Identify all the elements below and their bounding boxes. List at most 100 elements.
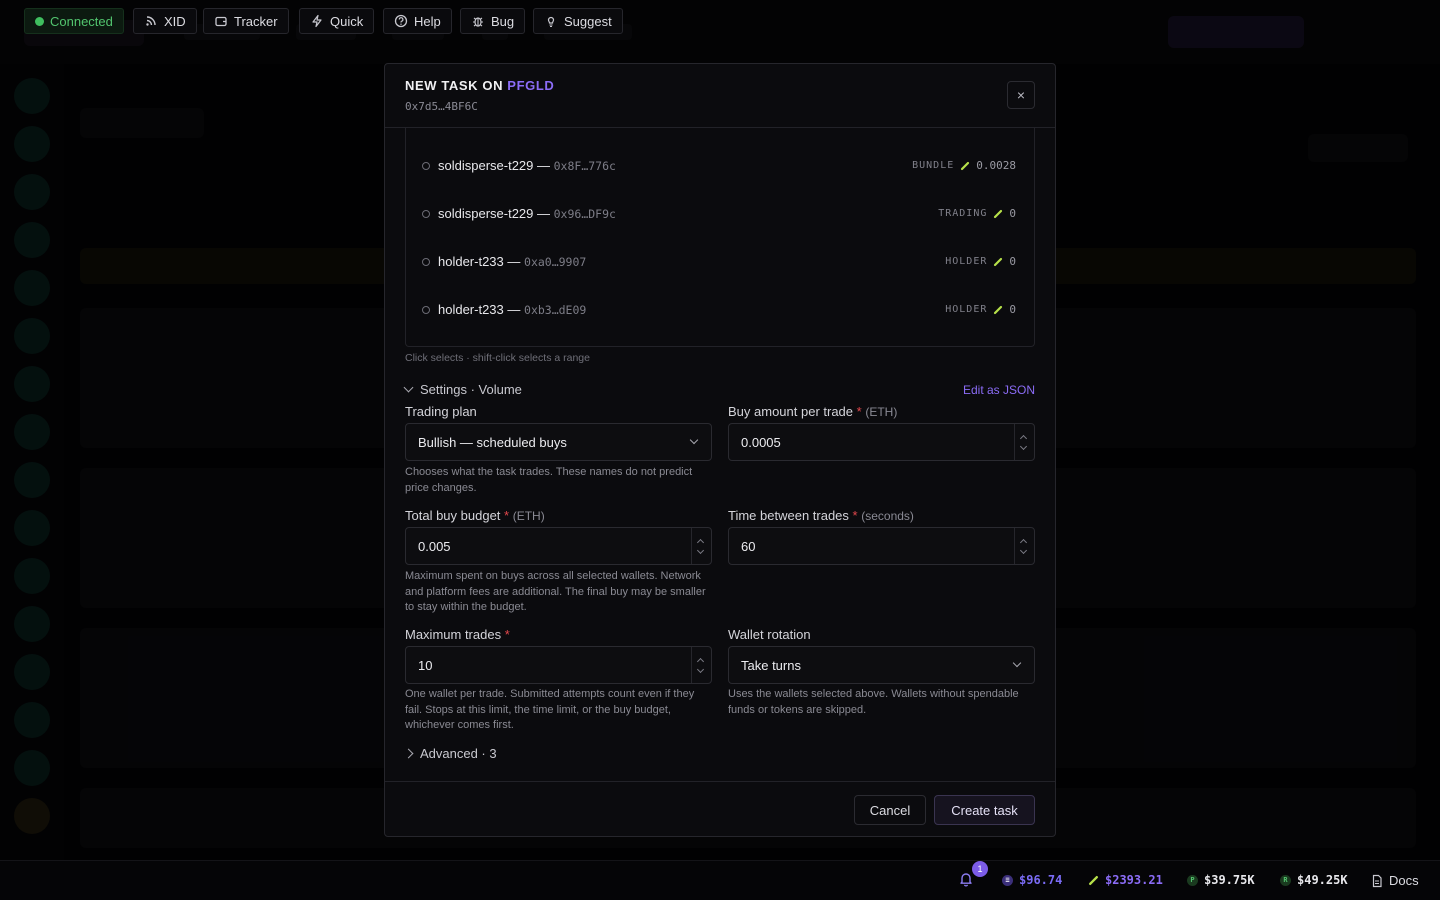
eth-icon (994, 209, 1003, 218)
wallet-radio[interactable] (422, 162, 430, 170)
wallet-rotation-help: Uses the wallets selected above. Wallets… (728, 688, 1019, 716)
wallet-radio[interactable] (422, 258, 430, 266)
connection-status[interactable]: Connected (24, 8, 124, 34)
wallet-row[interactable]: holder-t233 — 0xb3…dE09 HOLDER 0 (406, 286, 1034, 334)
token-address: 0x7d5…4BF6C (405, 100, 478, 113)
required-mark: * (856, 404, 862, 419)
trading-plan-label: Trading plan (405, 404, 477, 419)
help-button[interactable]: Help (383, 8, 452, 34)
wallet-name: holder-t233 — (438, 302, 521, 317)
wallet-role: HOLDER (945, 304, 988, 315)
bug-button[interactable]: Bug (460, 8, 526, 34)
total-budget-stepper[interactable] (691, 528, 711, 564)
modal-title: NEW TASK ON PFGLD (405, 78, 554, 93)
rss-icon (146, 16, 156, 26)
wallet-icon (215, 16, 227, 27)
tracker-button[interactable]: Tracker (203, 8, 289, 34)
time-between-stepper[interactable] (1014, 528, 1034, 564)
buy-amount-stepper[interactable] (1014, 424, 1034, 460)
wallet-address: 0xa0…9907 (524, 255, 587, 269)
status-dot-icon (35, 16, 44, 26)
cancel-button[interactable]: Cancel (854, 795, 926, 825)
selection-hint: Click selects · shift-click selects a ra… (405, 352, 590, 364)
coin-icon: R (1280, 874, 1291, 886)
wallet-radio[interactable] (422, 210, 430, 218)
suggest-button[interactable]: Suggest (533, 8, 623, 34)
coin-icon: P (1187, 874, 1198, 886)
price-ticker-4[interactable]: R $49.25K (1280, 873, 1348, 887)
required-mark: * (852, 508, 858, 523)
unit-label: (ETH) (512, 509, 545, 523)
max-trades-input[interactable]: 10 (405, 646, 712, 684)
xid-label: XID (164, 13, 186, 29)
wallet-name: soldisperse-t229 — (438, 158, 550, 173)
price-ticker-1[interactable]: ≡ $96.74 (1002, 873, 1062, 887)
wallet-row[interactable]: holder-t233 — 0xa0…9907 HOLDER 0 (406, 238, 1034, 286)
wallet-address: 0xb3…dE09 (524, 303, 587, 317)
max-trades-value: 10 (418, 657, 433, 673)
chevron-up-icon (696, 538, 705, 547)
chevron-up-icon (696, 657, 705, 666)
chevron-down-icon (696, 546, 705, 555)
wallet-rotation-select[interactable]: Take turns (728, 646, 1035, 684)
advanced-section-toggle[interactable]: Advanced · 3 (403, 746, 497, 761)
buy-amount-input[interactable]: 0.0005 (728, 423, 1035, 461)
help-label: Help (414, 13, 441, 29)
chevron-down-icon (1019, 442, 1028, 451)
wallet-role: TRADING (938, 208, 988, 219)
quick-button[interactable]: Quick (299, 8, 375, 34)
modal-title-prefix: NEW TASK ON (405, 78, 504, 93)
max-trades-label: Maximum trades * (405, 627, 510, 642)
chevron-right-icon (403, 748, 414, 759)
wallet-row[interactable]: soldisperse-t229 — 0x8F…776c BUNDLE 0.00… (406, 142, 1034, 190)
docs-link[interactable]: Docs (1370, 873, 1419, 888)
total-budget-help: Maximum spent on buys across all selecte… (405, 570, 706, 613)
modal-footer: Cancel Create task (385, 781, 1055, 836)
lightning-icon (312, 14, 322, 28)
time-between-input[interactable]: 60 (728, 527, 1035, 565)
unit-label: (seconds) (861, 509, 914, 523)
wallet-radio[interactable] (422, 306, 430, 314)
wallet-row[interactable]: soldisperse-t229 — 0x96…DF9c TRADING 0 (406, 190, 1034, 238)
price-value: $96.74 (1019, 873, 1063, 887)
notification-badge: 1 (972, 861, 988, 877)
coin-icon: ≡ (1002, 874, 1013, 886)
wallet-address: 0x96…DF9c (553, 207, 616, 221)
total-budget-label: Total buy budget * (ETH) (405, 508, 545, 523)
create-task-button[interactable]: Create task (934, 795, 1035, 825)
bell-icon[interactable] (958, 871, 974, 887)
required-mark: * (504, 627, 510, 642)
price-ticker-2[interactable]: ⬧ $2393.21 (1088, 873, 1163, 887)
settings-section-toggle[interactable]: Settings · Volume (403, 382, 522, 397)
wallet-list[interactable]: soldisperse-t229 — 0x8F…776c BUNDLE 0.00… (405, 128, 1035, 347)
total-budget-value: 0.005 (418, 538, 451, 554)
chevron-down-icon (403, 382, 414, 393)
edit-as-json-link[interactable]: Edit as JSON (963, 383, 1035, 397)
close-button[interactable]: × (1007, 81, 1035, 109)
eth-icon (994, 257, 1003, 266)
buy-amount-value: 0.0005 (741, 434, 781, 450)
eth-icon (961, 161, 970, 170)
help-circle-icon (394, 14, 408, 28)
wallet-balance: 0 (1009, 255, 1016, 268)
wallet-role: BUNDLE (912, 160, 955, 171)
wallet-name: holder-t233 — (438, 254, 521, 269)
xid-button[interactable]: XID (133, 8, 197, 34)
chevron-up-icon (1019, 434, 1028, 443)
total-budget-input[interactable]: 0.005 (405, 527, 712, 565)
trading-plan-select[interactable]: Bullish — scheduled buys (405, 423, 712, 461)
price-ticker-3[interactable]: P $39.75K (1187, 873, 1255, 887)
max-trades-stepper[interactable] (691, 647, 711, 683)
chevron-down-icon (1019, 546, 1028, 555)
quick-label: Quick (330, 13, 364, 29)
time-between-label: Time between trades * (seconds) (728, 508, 914, 523)
modal-header: NEW TASK ON PFGLD 0x7d5…4BF6C × (385, 64, 1055, 128)
settings-section-label: Settings · Volume (420, 382, 522, 397)
chevron-down-icon (689, 435, 699, 445)
unit-label: (ETH) (865, 405, 898, 419)
lightbulb-icon (547, 16, 555, 28)
bug-icon (473, 17, 483, 27)
trading-plan-help: Chooses what the task trades. These name… (405, 466, 693, 494)
close-icon: × (1016, 87, 1026, 103)
wallet-balance: 0 (1009, 303, 1016, 316)
